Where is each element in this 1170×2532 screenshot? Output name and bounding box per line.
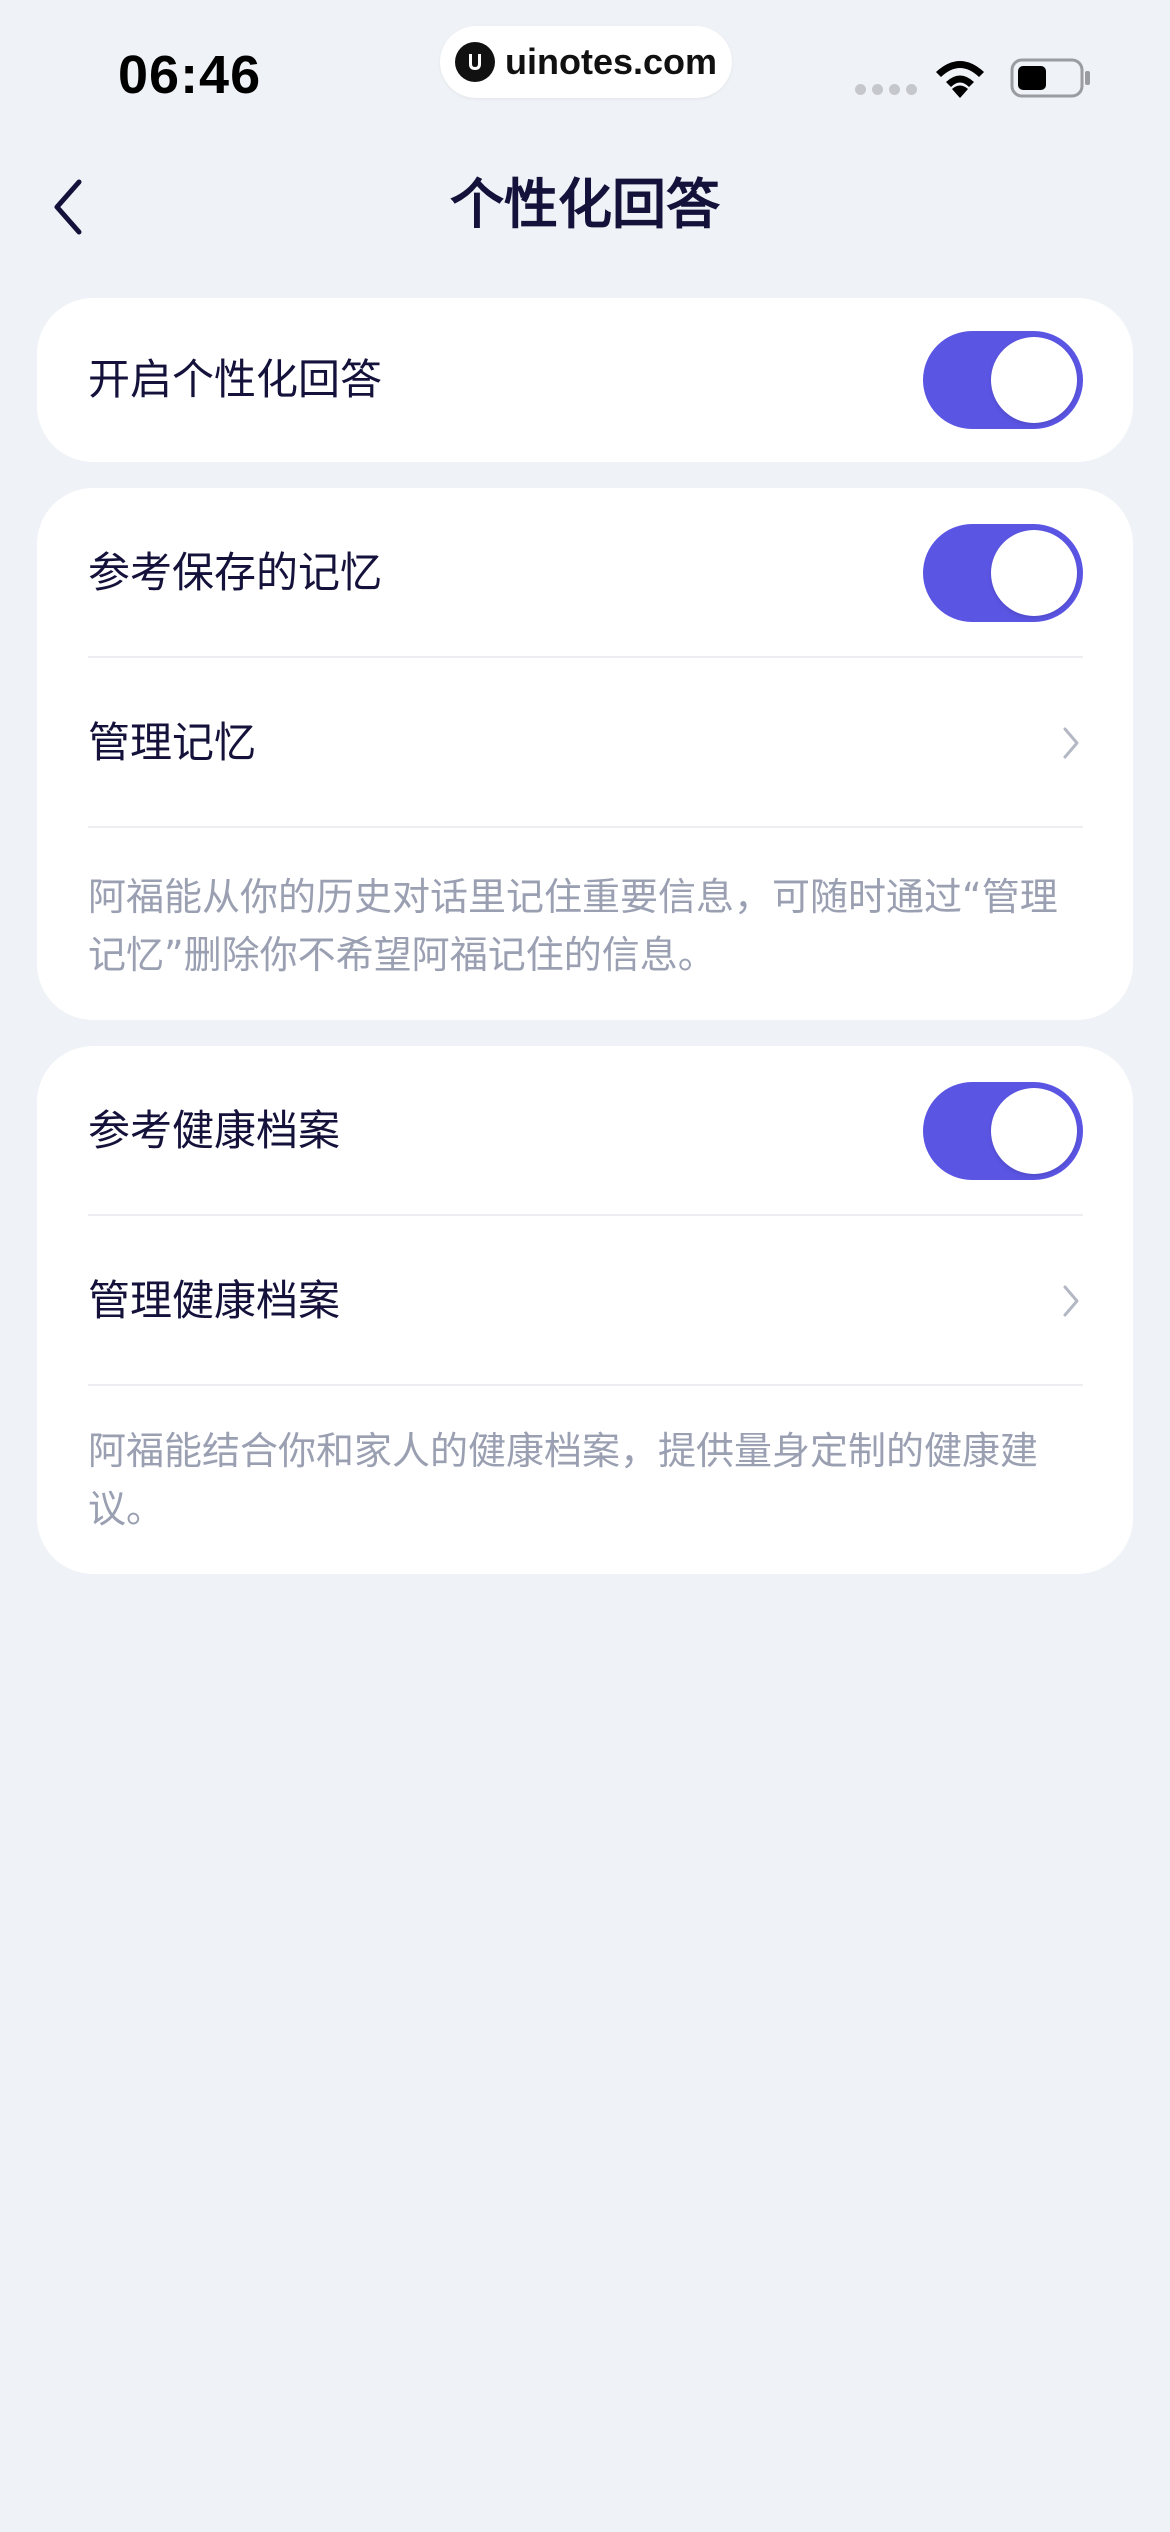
chevron-right-icon [1063, 727, 1079, 759]
divider [88, 826, 1083, 828]
personalized-answer-row: 开启个性化回答 [88, 295, 1083, 465]
memory-description: 阿福能从你的历史对话里记住重要信息，可随时通过“管理记忆”删除你不希望阿福记住的… [88, 875, 1058, 977]
memory-toggle-row: 参考保存的记忆 [88, 488, 1083, 658]
memory-toggle[interactable] [923, 524, 1083, 622]
page-title: 个性化回答 [450, 173, 720, 236]
manage-memory-label: 管理记忆 [88, 718, 257, 767]
chevron-right-icon [1063, 1285, 1079, 1317]
manage-health-record-label: 管理健康档案 [88, 1276, 341, 1325]
status-time: 06:46 [118, 45, 262, 105]
health-description: 阿福能结合你和家人的健康档案，提供量身定制的健康建议。 [88, 1429, 1039, 1531]
personalized-answer-card: 开启个性化回答 [37, 298, 1133, 462]
navigation-bar: 个性化回答 [0, 150, 1170, 260]
cellular-signal-icon [855, 84, 917, 95]
manage-memory-row[interactable]: 管理记忆 [88, 658, 1083, 828]
toggle-knob [991, 530, 1077, 616]
divider [88, 1384, 1083, 1386]
personalized-answer-toggle[interactable] [923, 331, 1083, 429]
personalized-answer-label: 开启个性化回答 [88, 355, 383, 404]
status-bar: 06:46 uinotes.com [0, 0, 1170, 140]
watermark-text: uinotes.com [504, 41, 718, 82]
watermark-badge: uinotes.com [440, 26, 732, 98]
health-toggle-label: 参考健康档案 [88, 1106, 341, 1155]
memory-toggle-label: 参考保存的记忆 [88, 548, 383, 597]
toggle-knob [991, 1088, 1077, 1174]
health-record-toggle[interactable] [923, 1082, 1083, 1180]
health-toggle-row: 参考健康档案 [88, 1046, 1083, 1216]
health-record-card: 参考健康档案 管理健康档案 阿福能结合你和家人的健康档案，提供量身定制的健康建议… [37, 1046, 1133, 1574]
wifi-icon [936, 61, 984, 98]
watermark-logo-icon [454, 42, 495, 82]
battery-icon [1010, 58, 1090, 98]
memory-card: 参考保存的记忆 管理记忆 阿福能从你的历史对话里记住重要信息，可随时通过“管理记… [37, 488, 1133, 1020]
toggle-knob [991, 337, 1077, 423]
manage-health-record-row[interactable]: 管理健康档案 [88, 1216, 1083, 1386]
